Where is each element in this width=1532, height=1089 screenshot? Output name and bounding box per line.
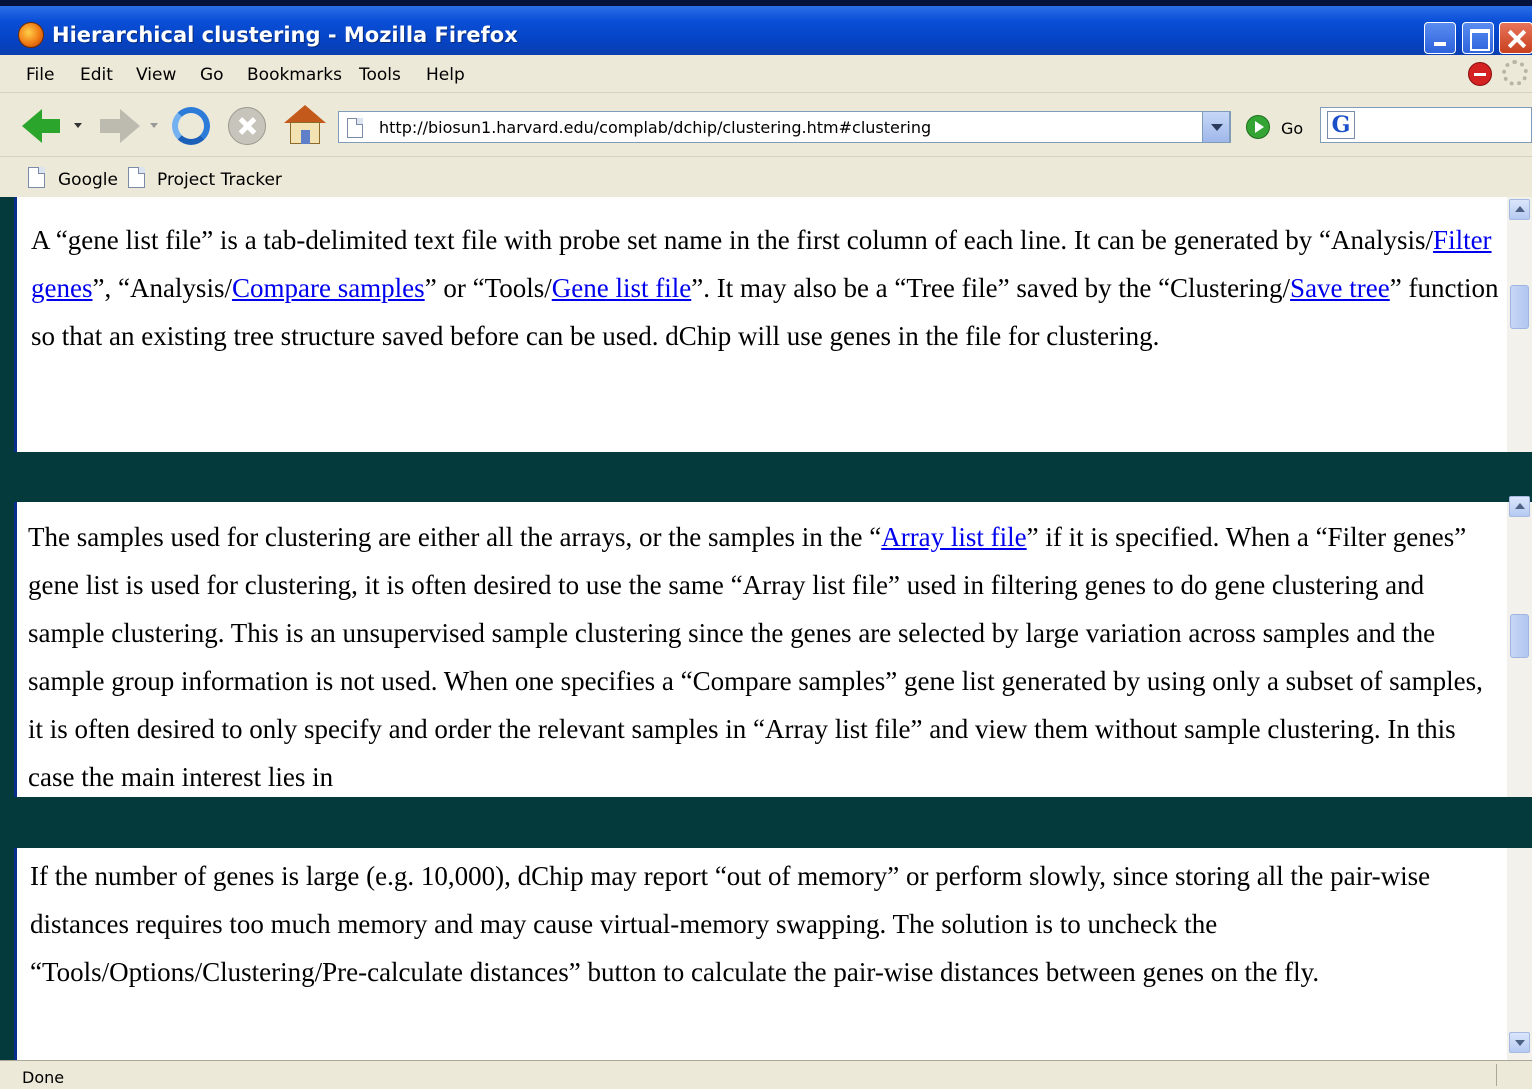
text-segment: The samples used for clustering are eith… [28, 522, 882, 552]
throbber-icon [1502, 60, 1528, 86]
back-history-dropdown-icon[interactable] [74, 123, 82, 128]
scroll-thumb[interactable] [1510, 285, 1529, 329]
status-divider [1496, 1064, 1497, 1086]
text-segment: ” or “Tools/ [424, 273, 552, 303]
search-input[interactable]: G [1320, 107, 1532, 143]
content-panel-3: If the number of genes is large (e.g. 10… [14, 848, 1507, 1060]
forward-history-dropdown-icon[interactable] [150, 123, 158, 128]
text-segment: ”. It may also be a “Tree file” saved by… [691, 273, 1291, 303]
vertical-scrollbar[interactable] [1507, 197, 1532, 452]
text-segment: ”, “Analysis/ [92, 273, 232, 303]
stop-icon[interactable] [228, 107, 266, 145]
link-array-list-file[interactable]: Array list file [881, 522, 1026, 552]
text-segment: A “gene list file” is a tab-delimited te… [31, 225, 1434, 255]
google-search-icon[interactable]: G [1327, 111, 1355, 139]
close-button[interactable] [1499, 22, 1532, 54]
scroll-down-button[interactable] [1509, 1032, 1530, 1053]
vertical-scrollbar[interactable] [1507, 496, 1532, 797]
menu-file[interactable]: File [26, 65, 54, 85]
menu-edit[interactable]: Edit [80, 65, 113, 85]
go-icon[interactable] [1246, 115, 1270, 139]
bookmark-project-tracker[interactable]: Project Tracker [157, 170, 282, 190]
minimize-button[interactable] [1424, 22, 1456, 54]
menu-tools[interactable]: Tools [359, 65, 401, 85]
update-alert-icon[interactable] [1468, 62, 1492, 86]
page-icon [347, 118, 363, 138]
maximize-button[interactable] [1462, 22, 1494, 54]
link-save-tree[interactable]: Save tree [1290, 273, 1390, 303]
paragraph-memory: If the number of genes is large (e.g. 10… [30, 861, 1431, 987]
status-bar: Done [0, 1060, 1532, 1089]
url-text[interactable]: http://biosun1.harvard.edu/complab/dchip… [379, 118, 931, 137]
link-gene-list-file[interactable]: Gene list file [552, 273, 691, 303]
status-text: Done [22, 1068, 65, 1087]
menu-view[interactable]: View [136, 65, 176, 85]
link-compare-samples[interactable]: Compare samples [232, 273, 425, 303]
menu-go[interactable]: Go [200, 65, 224, 85]
paragraph-samples: The samples used for clustering are eith… [28, 513, 1498, 797]
home-icon[interactable] [284, 105, 326, 145]
address-dropdown-icon[interactable] [1202, 111, 1230, 143]
menu-bookmarks[interactable]: Bookmarks [247, 65, 342, 85]
menu-help[interactable]: Help [426, 65, 465, 85]
browser-chrome: File Edit View Go Bookmarks Tools Help h… [0, 55, 1532, 197]
bookmarks-toolbar: Google Project Tracker [0, 158, 1532, 197]
page-icon [28, 167, 45, 188]
paragraph-gene-list-file: A “gene list file” is a tab-delimited te… [31, 216, 1499, 360]
firefox-icon [18, 22, 44, 48]
content-panel-1: A “gene list file” is a tab-delimited te… [14, 197, 1507, 452]
scroll-thumb[interactable] [1510, 614, 1529, 658]
vertical-scrollbar[interactable] [1507, 848, 1532, 1060]
back-arrow-icon[interactable] [22, 109, 60, 143]
navigation-toolbar: http://biosun1.harvard.edu/complab/dchip… [0, 93, 1532, 157]
scroll-up-button[interactable] [1509, 199, 1530, 220]
window-title: Hierarchical clustering - Mozilla Firefo… [52, 23, 518, 47]
bookmark-google[interactable]: Google [58, 170, 118, 190]
content-panel-2: The samples used for clustering are eith… [14, 502, 1507, 797]
reload-icon[interactable] [172, 107, 210, 145]
window-title-bar: Hierarchical clustering - Mozilla Firefo… [0, 0, 1532, 55]
page-icon [128, 167, 145, 188]
go-button[interactable]: Go [1281, 119, 1303, 138]
menu-bar: File Edit View Go Bookmarks Tools Help [0, 55, 1532, 93]
address-bar[interactable]: http://biosun1.harvard.edu/complab/dchip… [338, 111, 1231, 143]
text-segment: ” if it is specified. When a “Filter gen… [28, 522, 1483, 792]
scroll-up-button[interactable] [1509, 496, 1530, 517]
